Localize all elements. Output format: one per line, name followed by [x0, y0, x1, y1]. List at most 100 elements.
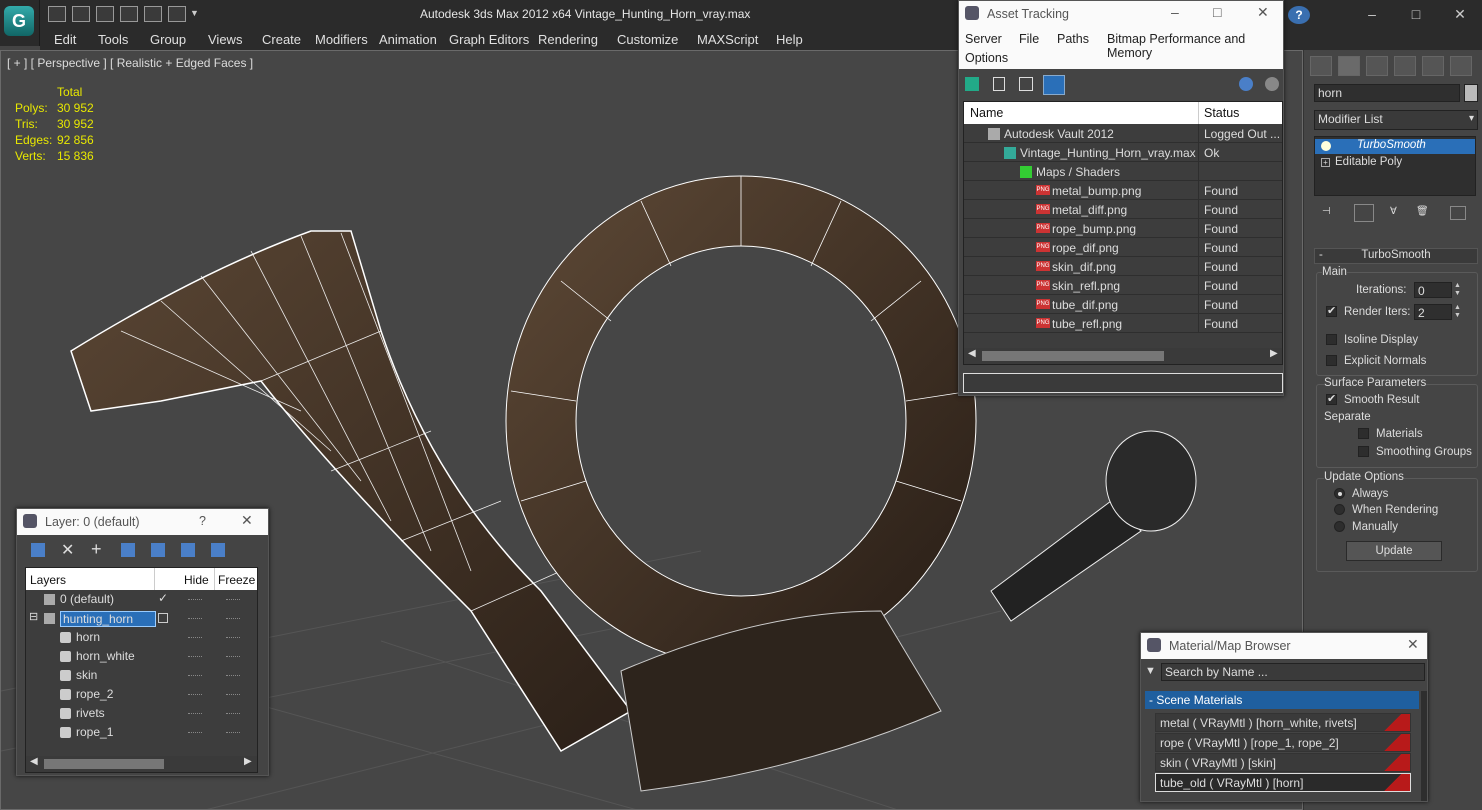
hide-all-icon[interactable]: [181, 543, 195, 557]
scene-materials-group[interactable]: - Scene Materials: [1145, 691, 1419, 709]
hide-toggle[interactable]: [188, 732, 202, 733]
material-item[interactable]: tube_old ( VRayMtl ) [horn]: [1155, 773, 1411, 792]
freeze-toggle[interactable]: [226, 656, 240, 657]
show-end-result-icon[interactable]: [1354, 204, 1374, 222]
menu-edit[interactable]: Edit: [54, 32, 76, 47]
asset-tracking-titlebar[interactable]: Asset Tracking – □ ✕: [959, 1, 1283, 27]
quick-access-dropdown-icon[interactable]: ▼: [190, 8, 199, 18]
freeze-toggle[interactable]: [226, 675, 240, 676]
close-icon[interactable]: ✕: [1407, 636, 1419, 653]
freeze-toggle[interactable]: [226, 618, 240, 619]
column-layers[interactable]: Layers: [30, 573, 66, 587]
save-icon[interactable]: [72, 6, 90, 22]
menu-views[interactable]: Views: [208, 32, 242, 47]
spinner-arrows-icon[interactable]: ▲ ▼: [1454, 282, 1462, 298]
menu-rendering[interactable]: Rendering: [538, 32, 598, 47]
column-status[interactable]: Status: [1204, 106, 1239, 120]
asset-row[interactable]: Autodesk Vault 2012 Logged Out ...: [964, 124, 1282, 143]
asset-row[interactable]: PNG rope_dif.png Found: [964, 238, 1282, 257]
select-objects-icon[interactable]: [121, 543, 135, 557]
column-hide[interactable]: Hide: [184, 573, 209, 587]
menu-create[interactable]: Create: [262, 32, 301, 47]
menu-server[interactable]: Server: [965, 32, 1002, 46]
horizontal-scrollbar[interactable]: ◀ ▶: [26, 756, 257, 772]
redo-icon[interactable]: [168, 6, 186, 22]
hide-toggle[interactable]: [188, 675, 202, 676]
asset-row[interactable]: PNG rope_bump.png Found: [964, 219, 1282, 238]
layer-row[interactable]: rope_2: [26, 685, 257, 704]
smooth-result-checkbox[interactable]: [1326, 392, 1337, 405]
freeze-toggle[interactable]: [226, 732, 240, 733]
scrollbar-thumb[interactable]: [982, 351, 1164, 361]
layer-row[interactable]: hunting_horn ⊟: [26, 609, 257, 628]
utilities-tab-icon[interactable]: [1450, 56, 1472, 76]
asset-path-field[interactable]: [963, 373, 1283, 393]
browser-options-dropdown-icon[interactable]: ▼: [1145, 665, 1156, 677]
hide-toggle[interactable]: [188, 713, 202, 714]
menu-paths[interactable]: Paths: [1057, 32, 1089, 46]
open-icon[interactable]: [48, 6, 66, 22]
smoothing-groups-checkbox[interactable]: [1358, 446, 1369, 457]
freeze-toggle[interactable]: [226, 599, 240, 600]
menu-customize[interactable]: Customize: [617, 32, 678, 47]
menu-graph-editors[interactable]: Graph Editors: [449, 32, 529, 47]
column-freeze[interactable]: Freeze: [218, 573, 255, 587]
object-color-swatch[interactable]: [1464, 84, 1478, 102]
vertical-scrollbar[interactable]: [1421, 691, 1427, 801]
turbosmooth-rollout-header[interactable]: - TurboSmooth: [1314, 248, 1478, 264]
layer-row[interactable]: horn_white: [26, 647, 257, 666]
asset-row[interactable]: Maps / Shaders: [964, 162, 1282, 181]
scrollbar-thumb[interactable]: [44, 759, 164, 769]
scroll-right-icon[interactable]: ▶: [1270, 348, 1278, 359]
menu-group[interactable]: Group: [150, 32, 186, 47]
freeze-toggle[interactable]: [226, 637, 240, 638]
undo-icon[interactable]: [144, 6, 162, 22]
pin-stack-icon[interactable]: ⊣: [1322, 206, 1336, 220]
update-button[interactable]: Update: [1346, 541, 1442, 561]
remove-modifier-icon[interactable]: 🗑: [1416, 206, 1429, 217]
hide-toggle[interactable]: [188, 656, 202, 657]
asset-row[interactable]: Vintage_Hunting_Horn_vray.max Ok: [964, 143, 1282, 162]
layer-row[interactable]: rivets: [26, 704, 257, 723]
separate-materials-checkbox[interactable]: [1358, 428, 1369, 439]
modifier-list-dropdown[interactable]: Modifier List ▾: [1314, 110, 1478, 130]
scroll-right-icon[interactable]: ▶: [244, 756, 252, 767]
menu-bitmap-performance[interactable]: Bitmap Performance and Memory: [1107, 32, 1283, 60]
stack-item-editable-poly[interactable]: Editable Poly: [1335, 156, 1402, 168]
delete-layer-icon[interactable]: ✕: [61, 540, 74, 560]
collapse-icon[interactable]: ⊟: [29, 610, 38, 623]
add-to-layer-icon[interactable]: +: [91, 539, 102, 560]
horizontal-scrollbar[interactable]: ◀ ▶: [964, 348, 1282, 364]
create-tab-icon[interactable]: [1310, 56, 1332, 76]
freeze-toggle[interactable]: [226, 713, 240, 714]
asset-row[interactable]: PNG skin_refl.png Found: [964, 276, 1282, 295]
iterations-spinner[interactable]: 0: [1414, 282, 1452, 298]
material-browser-titlebar[interactable]: Material/Map Browser ✕: [1141, 633, 1427, 659]
render-iters-checkbox[interactable]: [1326, 304, 1337, 317]
minimize-button[interactable]: –: [1354, 4, 1390, 24]
list-view-icon[interactable]: [993, 77, 1005, 91]
menu-help[interactable]: Help: [776, 32, 803, 47]
close-icon[interactable]: ✕: [1257, 4, 1269, 21]
expand-plus-icon[interactable]: +: [1321, 158, 1330, 167]
scroll-left-icon[interactable]: ◀: [968, 348, 976, 359]
menu-options[interactable]: Options: [965, 51, 1008, 65]
layer-row[interactable]: horn: [26, 628, 257, 647]
asset-row[interactable]: PNG metal_bump.png Found: [964, 181, 1282, 200]
new-layer-icon[interactable]: [31, 543, 45, 557]
application-button[interactable]: G: [0, 0, 40, 46]
asset-row[interactable]: PNG metal_diff.png Found: [964, 200, 1282, 219]
close-button[interactable]: ✕: [1442, 4, 1478, 24]
menu-tools[interactable]: Tools: [98, 32, 128, 47]
stack-item-turbosmooth[interactable]: TurboSmooth: [1315, 139, 1475, 154]
render-iters-spinner[interactable]: 2: [1414, 304, 1452, 320]
maximize-icon[interactable]: □: [1213, 4, 1221, 20]
hide-toggle[interactable]: [188, 599, 202, 600]
menu-animation[interactable]: Animation: [379, 32, 437, 47]
explicit-normals-checkbox[interactable]: [1326, 355, 1337, 366]
refresh-icon[interactable]: [965, 77, 979, 91]
asset-row[interactable]: PNG skin_dif.png Found: [964, 257, 1282, 276]
set-current-layer-icon[interactable]: [158, 613, 168, 623]
asset-row[interactable]: PNG tube_refl.png Found: [964, 314, 1282, 333]
scroll-left-icon[interactable]: ◀: [30, 756, 38, 767]
